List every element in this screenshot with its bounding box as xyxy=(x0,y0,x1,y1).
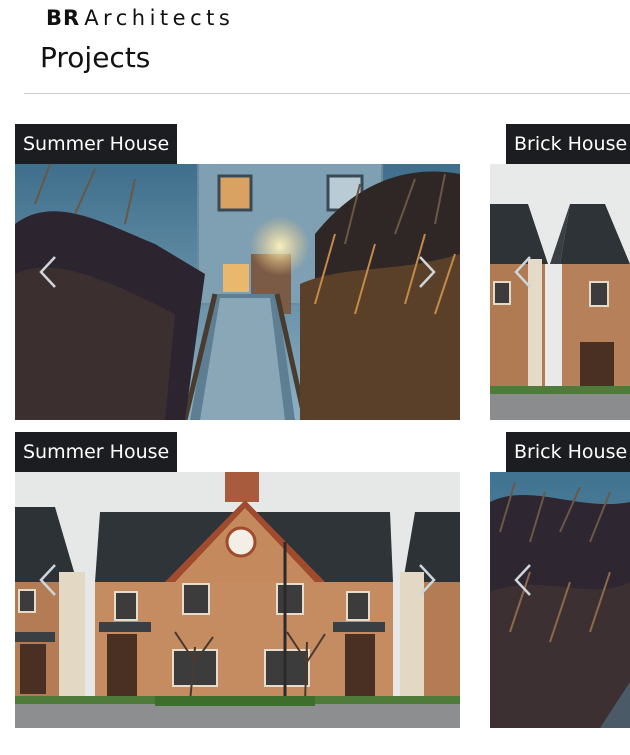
header-divider xyxy=(24,93,630,94)
page-title: Projects xyxy=(40,41,151,74)
project-card-3[interactable]: Summer House xyxy=(15,432,460,728)
project-card-2[interactable]: Brick House xyxy=(490,124,630,420)
carousel-next-icon[interactable] xyxy=(418,563,436,597)
project-card-4[interactable]: Brick House xyxy=(490,432,630,728)
summer-house-photo xyxy=(490,472,630,728)
project-card-label: Brick House xyxy=(506,432,630,472)
summer-house-photo xyxy=(15,164,460,420)
brand-name: Architects xyxy=(84,6,235,30)
carousel-prev-icon[interactable] xyxy=(39,563,57,597)
project-card-label: Summer House xyxy=(15,432,178,472)
project-card-label: Brick House xyxy=(506,124,630,164)
brick-house-photo xyxy=(15,472,460,728)
carousel-prev-icon[interactable] xyxy=(39,255,57,289)
carousel-prev-icon[interactable] xyxy=(514,563,532,597)
carousel-prev-icon[interactable] xyxy=(514,255,532,289)
project-card-label: Summer House xyxy=(15,124,178,164)
brick-house-photo xyxy=(490,164,630,420)
carousel-next-icon[interactable] xyxy=(418,255,436,289)
brand-logo[interactable]: BR Architects xyxy=(46,4,234,32)
brand-initials: BR xyxy=(46,6,81,30)
project-card-1[interactable]: Summer House xyxy=(15,124,460,420)
